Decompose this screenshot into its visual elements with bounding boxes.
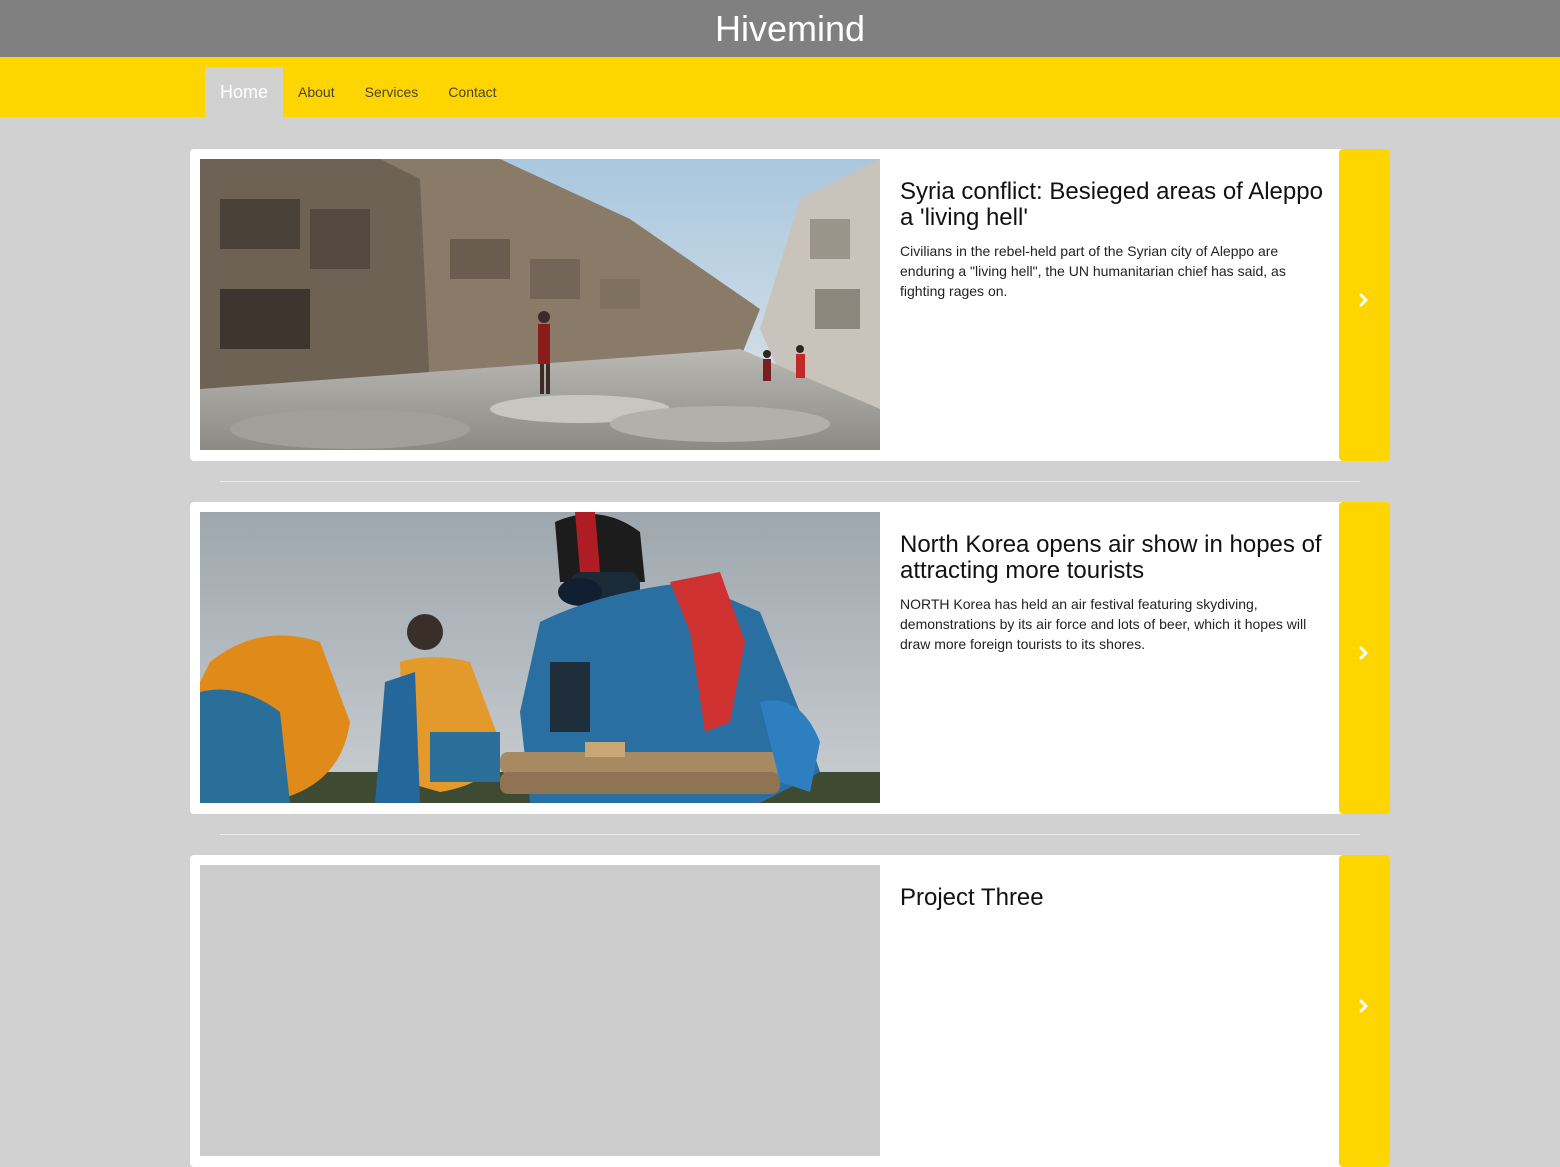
site-brand[interactable]: Hivemind xyxy=(695,0,865,57)
placeholder-image[interactable] xyxy=(200,865,880,1156)
article-description: NORTH Korea has held an air festival fea… xyxy=(900,596,1307,652)
article-title[interactable]: North Korea opens air show in hopes of a… xyxy=(900,532,1330,584)
chevron-right-icon xyxy=(1359,646,1368,660)
article-card: North Korea opens air show in hopes of a… xyxy=(190,502,1390,814)
nav-item-about[interactable]: About xyxy=(283,67,350,117)
war-damaged-street-photo xyxy=(200,159,880,450)
section-divider xyxy=(220,481,1360,482)
chevron-right-icon xyxy=(1359,999,1368,1013)
read-more-button[interactable] xyxy=(1339,149,1390,461)
article-image[interactable] xyxy=(200,159,880,450)
nav-item-home[interactable]: Home xyxy=(205,67,284,117)
article-image[interactable] xyxy=(200,512,880,803)
chevron-right-icon xyxy=(1359,293,1368,307)
article-title[interactable]: Project Three xyxy=(900,885,1330,911)
read-more-button[interactable] xyxy=(1339,502,1390,814)
site-header: Hivemind xyxy=(0,0,1560,57)
article-card: Syria conflict: Besieged areas of Aleppo… xyxy=(190,149,1390,461)
main-navbar: Home About Services Contact xyxy=(0,57,1560,117)
read-more-button[interactable] xyxy=(1339,855,1390,1167)
skydivers-photo xyxy=(200,512,880,803)
nav-item-contact[interactable]: Contact xyxy=(433,67,511,117)
article-card: Project Three xyxy=(190,855,1390,1167)
article-description: Civilians in the rebel-held part of the … xyxy=(900,243,1286,299)
nav-menu: Home About Services Contact xyxy=(205,67,512,117)
nav-item-services[interactable]: Services xyxy=(350,67,434,117)
article-title[interactable]: Syria conflict: Besieged areas of Aleppo… xyxy=(900,179,1330,231)
section-divider xyxy=(220,834,1360,835)
